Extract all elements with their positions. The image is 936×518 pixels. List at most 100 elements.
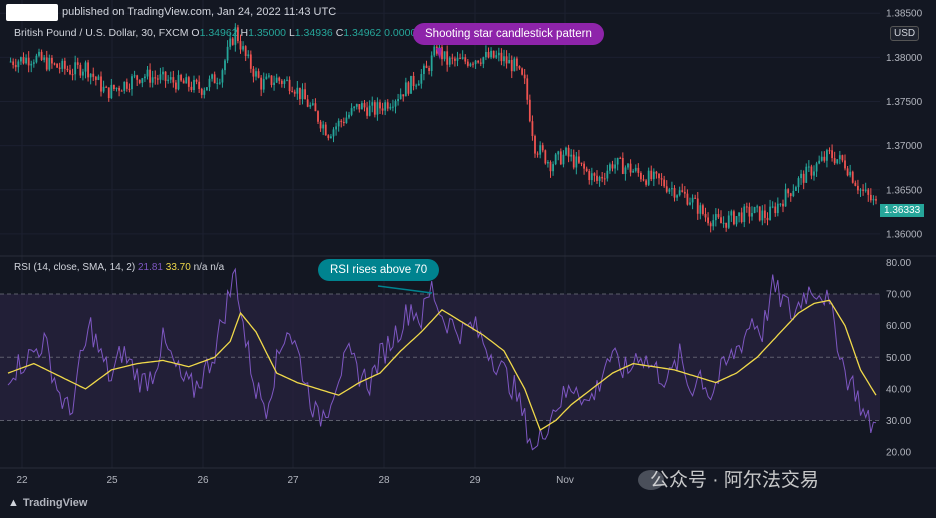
candle-body: [567, 147, 570, 157]
price-tick-label: 1.37500: [886, 97, 923, 108]
candle-body: [206, 87, 208, 91]
candle-body: [304, 89, 306, 100]
currency-button[interactable]: USD: [890, 26, 920, 41]
candle-body: [309, 104, 312, 107]
rsi-value: 21.81: [137, 262, 163, 273]
candle-body: [771, 206, 774, 208]
candle-body: [71, 74, 74, 76]
candle-body: [459, 57, 461, 59]
candle-body: [800, 173, 802, 179]
candle-body: [756, 206, 759, 208]
high-label: H: [240, 27, 249, 39]
candle-body: [136, 75, 139, 80]
price-tick-label: 1.38500: [886, 9, 923, 20]
tradingview-logo[interactable]: ▲ TradingView: [8, 497, 87, 509]
candle-body: [182, 80, 185, 84]
candle-body: [552, 164, 554, 172]
candle-body: [456, 57, 459, 61]
candle-body: [875, 199, 877, 201]
rsi-tick-label: 80.00: [886, 258, 911, 269]
candle-body: [720, 217, 722, 224]
candle-body: [120, 90, 123, 92]
candle-body: [299, 87, 301, 100]
candle-body: [505, 56, 508, 64]
candle-body: [805, 166, 808, 183]
candle-body: [213, 74, 216, 84]
candle-body: [807, 166, 810, 168]
candle-body: [844, 160, 846, 169]
candle-body: [423, 65, 425, 75]
time-tick-label: 28: [378, 475, 390, 486]
candle-body: [621, 157, 624, 174]
candle-body: [652, 171, 655, 180]
candle-body: [211, 74, 213, 79]
candle-body: [813, 171, 815, 176]
candle-body: [789, 193, 792, 197]
candle-body: [14, 64, 17, 68]
candle-body: [330, 136, 332, 139]
candle-body: [516, 58, 518, 67]
time-tick-label: 25: [106, 475, 118, 486]
candle-body: [133, 75, 136, 77]
candle-body: [448, 57, 451, 65]
candle-body: [273, 82, 275, 85]
candle-body: [407, 82, 410, 94]
candle-body: [322, 124, 325, 129]
candle-body: [867, 189, 870, 195]
candle-body: [368, 105, 371, 116]
candle-body: [815, 163, 818, 172]
rsi-callout-pointer: [377, 285, 433, 294]
candle-body: [802, 173, 805, 183]
candle-body: [110, 84, 113, 99]
candle-body: [415, 85, 418, 87]
candle-body: [753, 207, 756, 214]
candle-body: [575, 156, 578, 168]
candle-body: [722, 222, 725, 224]
candle-body: [797, 178, 800, 188]
candle-body: [255, 71, 257, 77]
candle-body: [596, 175, 598, 181]
candle-body: [733, 211, 735, 225]
candle-body: [45, 57, 48, 70]
candle-body: [247, 54, 250, 57]
candle-body: [27, 57, 30, 66]
candle-body: [355, 104, 358, 107]
candle-body: [154, 77, 157, 79]
candle-body: [193, 79, 195, 90]
low-value: 1.34936: [294, 27, 333, 39]
candle-body: [601, 176, 604, 179]
candle-body: [392, 106, 394, 108]
candle-body: [180, 74, 182, 81]
candle-body: [87, 62, 89, 78]
watermark: 公众号 · 阿尔法交易: [650, 470, 819, 491]
candle-body: [681, 190, 684, 192]
candle-body: [490, 50, 492, 58]
candle-body: [472, 63, 474, 65]
candle-body: [647, 170, 650, 185]
candle-body: [554, 154, 557, 165]
candle-body: [658, 173, 660, 179]
price-tick-label: 1.36500: [886, 185, 923, 196]
candle-body: [585, 168, 588, 172]
candle-body: [311, 103, 314, 105]
candle-body: [531, 121, 534, 137]
candle-body: [570, 154, 573, 157]
candle-body: [353, 106, 356, 109]
candle-body: [590, 173, 593, 181]
candle-body: [479, 62, 482, 64]
candle-body: [676, 195, 678, 198]
candle-body: [66, 68, 69, 71]
candle-body: [702, 205, 704, 214]
chart-canvas[interactable]: 1.36000 1.36500 1.37000 1.37500 1.38000 1.385…: [0, 0, 936, 518]
candle-body: [141, 78, 144, 83]
candle-body: [169, 77, 172, 80]
candle-body: [123, 81, 126, 91]
rsi-tick-label: 50.00: [886, 353, 911, 364]
candle-body: [508, 59, 511, 64]
candle-body: [125, 81, 128, 89]
candle-body: [603, 178, 606, 180]
candle-body: [826, 150, 828, 161]
candle-body: [562, 154, 565, 165]
candle-body: [185, 77, 188, 84]
candle-body: [503, 56, 505, 62]
